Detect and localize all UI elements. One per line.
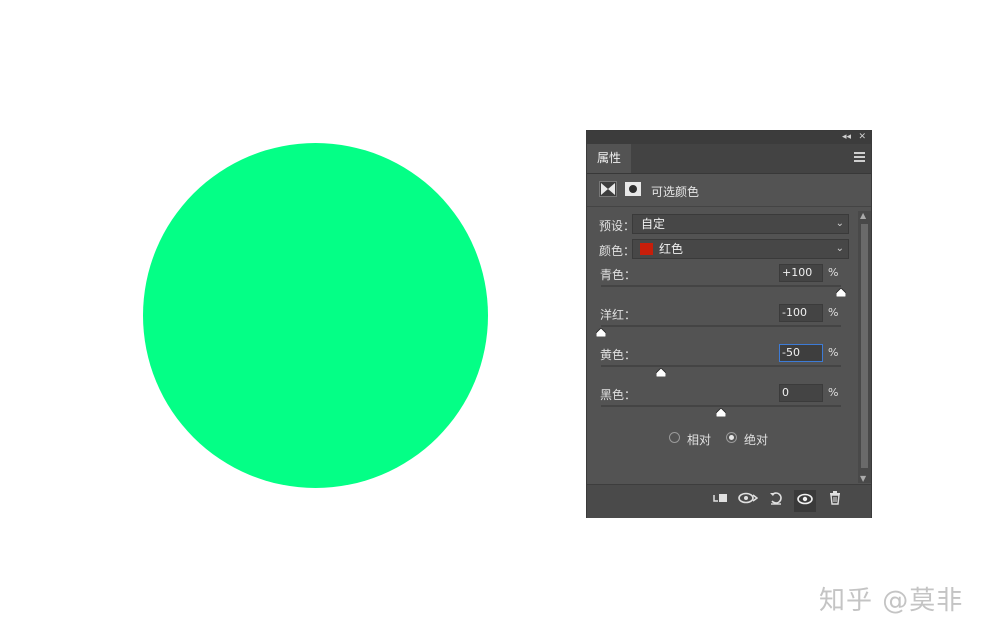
reset-icon[interactable]: [765, 490, 787, 512]
double-chevron-left-icon[interactable]: ◂◂: [842, 131, 851, 144]
preset-dropdown[interactable]: 自定 ⌄: [632, 214, 849, 234]
slider-thumb[interactable]: [836, 288, 846, 297]
slider-label: 黑色：: [600, 388, 637, 402]
slider-track[interactable]: [601, 325, 841, 327]
slider-track[interactable]: [601, 365, 841, 367]
green-circle-shape: [143, 143, 488, 488]
preset-label: 预设：: [599, 219, 636, 233]
color-swatch: [640, 243, 653, 255]
panel-menu-icon[interactable]: [854, 152, 865, 162]
colors-label: 颜色：: [599, 244, 636, 258]
adjustment-layer-icon[interactable]: [599, 181, 617, 197]
adjustment-title: 可选颜色: [651, 185, 700, 199]
slider-thumb[interactable]: [716, 408, 726, 417]
properties-panel: ◂◂ ✕ 属性 可选颜色 预设： 自定 ⌄ 颜色： 红色 ⌄ 青色： +100 …: [586, 130, 872, 518]
percent-unit: %: [828, 266, 839, 279]
slider-label: 洋红：: [600, 308, 637, 322]
chevron-down-icon: ⌄: [835, 218, 844, 229]
slider-thumb[interactable]: [656, 368, 666, 377]
close-icon[interactable]: ✕: [858, 131, 866, 144]
slider-value-input[interactable]: -50: [779, 344, 823, 362]
visibility-eye-icon[interactable]: [794, 490, 816, 512]
scroll-down-icon[interactable]: ▼: [860, 474, 866, 483]
absolute-label: 绝对: [744, 433, 769, 447]
clip-to-layer-icon[interactable]: [709, 490, 731, 512]
scrollbar-thumb[interactable]: [861, 224, 868, 468]
panel-scrollbar[interactable]: ▲ ▼: [858, 211, 871, 483]
slider-track[interactable]: [601, 285, 841, 287]
relative-label: 相对: [687, 433, 712, 447]
percent-unit: %: [828, 346, 839, 359]
trash-icon[interactable]: [824, 490, 846, 512]
panel-tab-row: 属性: [587, 144, 871, 174]
percent-unit: %: [828, 306, 839, 319]
adjustment-header: 可选颜色: [587, 174, 871, 207]
slider-label: 青色：: [600, 268, 637, 282]
watermark-text: 知乎 @莫非: [819, 586, 964, 616]
slider-value-input[interactable]: -100: [779, 304, 823, 322]
slider-label: 黄色：: [600, 348, 637, 362]
relative-radio[interactable]: [669, 432, 680, 443]
slider-value-input[interactable]: +100: [779, 264, 823, 282]
tab-properties[interactable]: 属性: [587, 144, 631, 173]
slider-thumb[interactable]: [596, 328, 606, 337]
colors-dropdown[interactable]: 红色 ⌄: [632, 239, 849, 259]
preset-value: 自定: [641, 217, 666, 231]
slider-track[interactable]: [601, 405, 841, 407]
percent-unit: %: [828, 386, 839, 399]
scroll-up-icon[interactable]: ▲: [860, 211, 866, 220]
panel-footer: [587, 484, 871, 518]
layer-mask-icon[interactable]: [624, 181, 642, 197]
panel-topbar: ◂◂ ✕: [587, 131, 871, 144]
absolute-radio[interactable]: [726, 432, 737, 443]
chevron-down-icon: ⌄: [835, 243, 844, 254]
view-previous-state-icon[interactable]: [737, 490, 759, 512]
slider-value-input[interactable]: 0: [779, 384, 823, 402]
document-canvas: ◂◂ ✕ 属性 可选颜色 预设： 自定 ⌄ 颜色： 红色 ⌄ 青色： +100 …: [0, 0, 1003, 640]
